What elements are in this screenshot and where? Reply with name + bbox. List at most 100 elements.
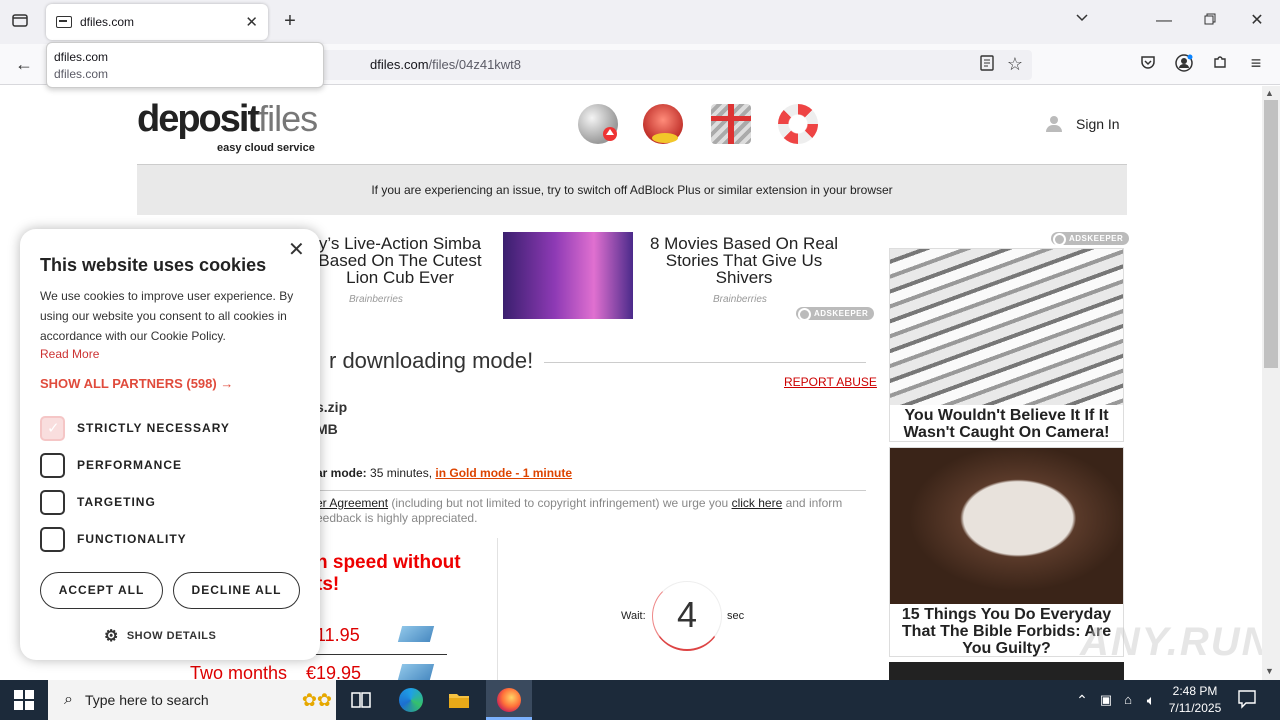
firefox-icon bbox=[497, 688, 521, 712]
minimize-icon[interactable]: — bbox=[1153, 11, 1175, 33]
price-underline bbox=[310, 654, 447, 655]
url-text[interactable]: dfiles.com/files/04z41kwt8 bbox=[370, 57, 521, 72]
scrollbar-thumb[interactable] bbox=[1264, 100, 1278, 368]
taskbar-search-box[interactable]: ⌕ Type here to search ✿✿ bbox=[48, 680, 336, 720]
chevron-down-icon[interactable] bbox=[1071, 11, 1093, 33]
agreement-text: er Agreement (including but not limited … bbox=[316, 496, 866, 526]
site-favicon-icon bbox=[56, 16, 72, 28]
performance-label: PERFORMANCE bbox=[77, 458, 183, 472]
windows-start-icon[interactable] bbox=[14, 690, 34, 710]
ad-left-text[interactable]: y’s Live-Action Simba Based On The Cutes… bbox=[310, 235, 490, 286]
menu-hamburger-icon[interactable]: ≡ bbox=[1245, 53, 1267, 75]
clock-date: 7/11/2025 bbox=[1168, 701, 1222, 715]
gear-icon: ⚙ bbox=[104, 628, 119, 645]
bookmark-star-icon[interactable]: ☆ bbox=[1004, 54, 1026, 76]
strictly-necessary-checkbox[interactable] bbox=[40, 416, 65, 441]
pocket-icon[interactable] bbox=[1137, 54, 1159, 76]
heading-divider bbox=[544, 362, 866, 363]
edge-browser-icon[interactable] bbox=[399, 688, 423, 712]
system-clock[interactable]: 2:48 PM 7/11/2025 bbox=[1165, 683, 1225, 717]
clock-time: 2:48 PM bbox=[1172, 684, 1218, 698]
firefox-taskbar-button[interactable] bbox=[486, 680, 532, 720]
chevron-up-icon[interactable]: ⌃ bbox=[1070, 688, 1094, 712]
search-icon: ⌕ bbox=[64, 691, 73, 708]
file-explorer-icon[interactable] bbox=[447, 688, 471, 712]
search-flowers-decoration: ✿✿ bbox=[301, 689, 332, 710]
file-name: s.zip bbox=[316, 399, 348, 415]
seconds-label: sec bbox=[727, 610, 745, 622]
url-host: dfiles.com bbox=[370, 57, 429, 72]
read-more-link[interactable]: Read More bbox=[40, 347, 99, 361]
new-tab-icon[interactable]: + bbox=[279, 11, 301, 33]
show-details-label: SHOW DETAILS bbox=[126, 630, 217, 642]
close-tab-icon[interactable]: ✕ bbox=[245, 13, 258, 31]
close-window-icon[interactable]: ✕ bbox=[1246, 11, 1268, 33]
logo-files-text: files bbox=[258, 98, 318, 139]
account-icon[interactable] bbox=[1173, 54, 1195, 76]
click-here-link[interactable]: click here bbox=[732, 496, 783, 510]
close-icon[interactable]: ✕ bbox=[288, 237, 305, 262]
ethernet-icon[interactable]: ⌂ bbox=[1116, 688, 1140, 712]
lifebuoy-support-icon[interactable] bbox=[778, 104, 818, 144]
sign-in-label: Sign In bbox=[1076, 116, 1120, 132]
anyrun-watermark: ANY.RUN bbox=[1080, 620, 1262, 664]
cookie-description: We use cookies to improve user experienc… bbox=[40, 289, 294, 343]
ad-left-brand: Brainberries bbox=[349, 294, 403, 305]
accept-all-button[interactable]: ACCEPT ALL bbox=[40, 572, 163, 609]
ad-movie-image[interactable] bbox=[503, 232, 633, 319]
windows-taskbar: ⌕ Type here to search ✿✿ ⌃ ▣ ⌂ 🔈︎ 2:48 P… bbox=[0, 680, 1280, 720]
decline-all-button[interactable]: DECLINE ALL bbox=[173, 572, 300, 609]
extensions-icon[interactable] bbox=[1209, 54, 1231, 76]
credit-card-icon bbox=[397, 626, 435, 642]
volume-icon[interactable]: 🔈︎ bbox=[1139, 688, 1163, 712]
functionality-checkbox[interactable] bbox=[40, 527, 65, 552]
url-suggestion-popup[interactable]: dfiles.com dfiles.com bbox=[46, 42, 324, 88]
agreement-text-1: (including but not limited to copyright … bbox=[388, 496, 732, 510]
show-partners-link[interactable]: SHOW ALL PARTNERS (598) → bbox=[40, 376, 233, 391]
regular-mode-time: 35 minutes, bbox=[366, 466, 436, 480]
adskeeper-badge[interactable]: ADSKEEPER bbox=[796, 307, 875, 321]
task-view-icon[interactable] bbox=[349, 688, 373, 712]
url-path: /files/04z41kwt8 bbox=[428, 57, 522, 72]
notifications-icon[interactable] bbox=[1236, 688, 1260, 712]
wait-label: Wait: bbox=[621, 610, 646, 622]
download-mode-line: ar mode: 35 minutes, in Gold mode - 1 mi… bbox=[316, 466, 572, 480]
price-option-2[interactable]: €19.95 bbox=[306, 663, 361, 680]
scroll-down-arrow-icon[interactable]: ▼ bbox=[1265, 666, 1274, 676]
adskeeper-badge-right[interactable]: ADSKEEPER bbox=[1051, 232, 1130, 246]
wait-countdown: 4 bbox=[652, 581, 722, 651]
cookie-title: This website uses cookies bbox=[40, 255, 267, 275]
price-option-1[interactable]: 11.95 bbox=[316, 625, 360, 646]
section-divider bbox=[316, 490, 866, 491]
show-details-button[interactable]: ⚙ SHOW DETAILS bbox=[104, 626, 216, 646]
scroll-up-arrow-icon[interactable]: ▲ bbox=[1265, 88, 1274, 98]
targeting-checkbox[interactable] bbox=[40, 490, 65, 515]
speed-line-1: n speed without bbox=[316, 552, 461, 573]
reader-view-icon[interactable] bbox=[976, 55, 998, 77]
gold-bag-icon[interactable] bbox=[643, 104, 683, 144]
restore-icon[interactable] bbox=[1199, 11, 1221, 33]
cookie-consent-dialog: ✕ This website uses cookies We use cooki… bbox=[20, 229, 320, 660]
logo-deposit-text: deposit bbox=[137, 98, 260, 140]
gold-mode-link[interactable]: in Gold mode - 1 minute bbox=[435, 466, 572, 480]
network-icon[interactable]: ▣ bbox=[1094, 688, 1118, 712]
depositfiles-logo[interactable]: depositfiles easy cloud service bbox=[137, 98, 318, 154]
ad-mid-text[interactable]: 8 Movies Based On Real Stories That Give… bbox=[644, 235, 844, 286]
user-agreement-link[interactable]: er Agreement bbox=[316, 496, 388, 510]
page-scrollbar[interactable]: ▲ ▼ bbox=[1262, 86, 1280, 680]
ad-right-1[interactable]: You Wouldn't Believe It If It Wasn't Cau… bbox=[889, 248, 1124, 442]
browser-tab[interactable]: dfiles.com ✕ bbox=[46, 4, 268, 40]
back-arrow-icon[interactable]: ← bbox=[13, 54, 35, 76]
gift-icon[interactable] bbox=[711, 104, 751, 144]
ad-mid-brand: Brainberries bbox=[713, 294, 767, 305]
price-option-2-label[interactable]: Two months bbox=[190, 663, 287, 680]
premium-speed-heading: n speed without ts! bbox=[316, 552, 461, 596]
vertical-divider bbox=[497, 538, 498, 680]
adblock-notice: If you are experiencing an issue, try to… bbox=[137, 164, 1127, 215]
performance-checkbox[interactable] bbox=[40, 453, 65, 478]
upload-globe-icon[interactable] bbox=[578, 104, 618, 144]
tab-list-icon[interactable] bbox=[9, 11, 31, 33]
report-abuse-link[interactable]: REPORT ABUSE bbox=[784, 375, 877, 389]
sign-in-link[interactable]: Sign In bbox=[1046, 116, 1120, 132]
agreement-text-3: eedback is highly appreciated. bbox=[316, 511, 478, 525]
